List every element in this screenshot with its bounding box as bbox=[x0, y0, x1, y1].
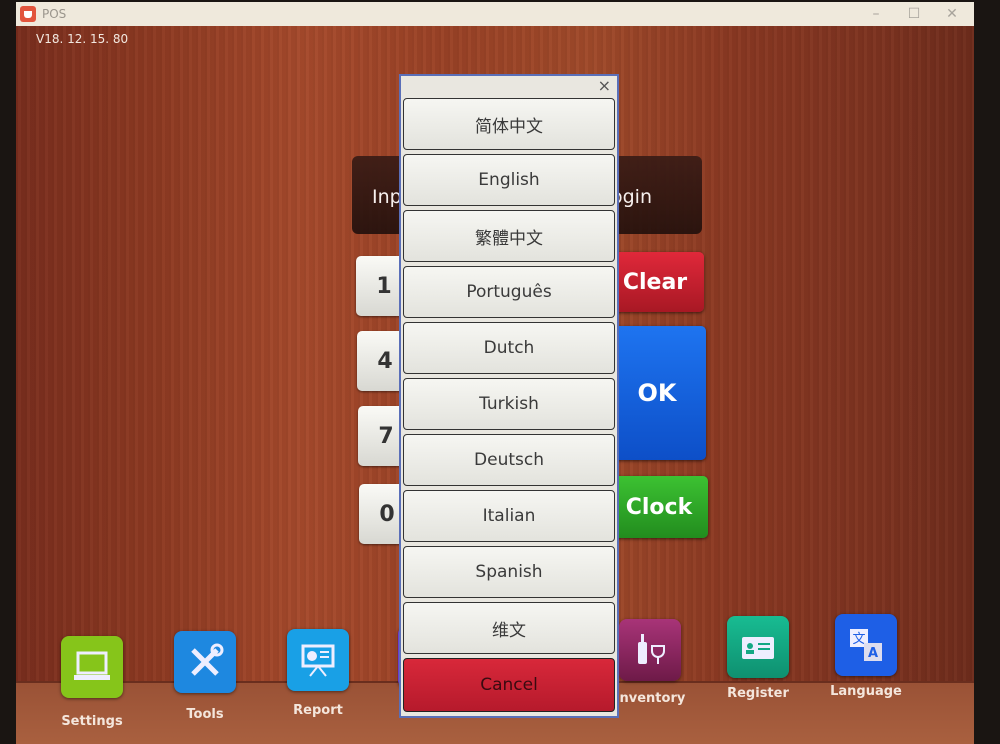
svg-text:文: 文 bbox=[852, 632, 865, 647]
svg-text:A: A bbox=[868, 646, 878, 661]
dock-item-tools[interactable]: Tools bbox=[174, 631, 236, 722]
dock-item-language[interactable]: 文A Language bbox=[830, 614, 902, 699]
dock-item-report[interactable]: Report bbox=[287, 629, 349, 718]
clear-button[interactable]: Clear bbox=[606, 252, 704, 312]
translate-icon: 文A bbox=[835, 614, 897, 676]
language-option-simplified-chinese[interactable]: 简体中文 bbox=[403, 98, 615, 150]
dock-label: Report bbox=[293, 703, 343, 718]
language-option-turkish[interactable]: Turkish bbox=[403, 378, 615, 430]
language-option-spanish[interactable]: Spanish bbox=[403, 546, 615, 598]
language-option-portuguese[interactable]: Português bbox=[403, 266, 615, 318]
minimize-button[interactable]: – bbox=[858, 2, 894, 26]
language-option-english[interactable]: English bbox=[403, 154, 615, 206]
ok-button[interactable]: OK bbox=[608, 326, 706, 460]
version-label: V18. 12. 15. 80 bbox=[36, 32, 129, 46]
dialog-header: × bbox=[401, 76, 617, 98]
window-title: POS bbox=[42, 7, 67, 21]
language-dialog: × 简体中文 English 繁體中文 Português Dutch Turk… bbox=[399, 74, 619, 718]
maximize-button[interactable]: ☐ bbox=[896, 2, 932, 26]
main-content: V18. 12. 15. 80 Inp ogin 1 4 7 0 Clear O… bbox=[16, 26, 974, 744]
language-option-dutch[interactable]: Dutch bbox=[403, 322, 615, 374]
presentation-icon bbox=[287, 629, 349, 691]
wine-icon bbox=[619, 619, 681, 681]
title-bar: POS – ☐ ✕ bbox=[16, 2, 974, 26]
language-option-deutsch[interactable]: Deutsch bbox=[403, 434, 615, 486]
tools-icon bbox=[174, 631, 236, 693]
dock-item-inventory[interactable]: Inventory bbox=[615, 619, 685, 706]
laptop-icon bbox=[61, 636, 123, 698]
dock-item-register[interactable]: Register bbox=[727, 616, 789, 701]
dock-label: Tools bbox=[186, 707, 224, 722]
dock-label: Settings bbox=[61, 714, 123, 729]
close-icon[interactable]: × bbox=[598, 76, 611, 95]
language-option-traditional-chinese[interactable]: 繁體中文 bbox=[403, 210, 615, 262]
language-option-italian[interactable]: Italian bbox=[403, 490, 615, 542]
id-card-icon bbox=[727, 616, 789, 678]
pos-window: POS – ☐ ✕ V18. 12. 15. 80 Inp ogin 1 4 7… bbox=[16, 0, 974, 744]
dock-label: Language bbox=[830, 684, 902, 699]
language-option-uyghur[interactable]: 维文 bbox=[403, 602, 615, 654]
input-label[interactable]: Inp bbox=[372, 186, 402, 208]
app-icon bbox=[20, 6, 36, 22]
dock-item-settings[interactable]: Settings bbox=[61, 636, 123, 729]
close-window-button[interactable]: ✕ bbox=[934, 2, 970, 26]
clock-button[interactable]: Clock bbox=[610, 476, 708, 538]
dock-label: Register bbox=[727, 686, 789, 701]
cancel-button[interactable]: Cancel bbox=[403, 658, 615, 712]
